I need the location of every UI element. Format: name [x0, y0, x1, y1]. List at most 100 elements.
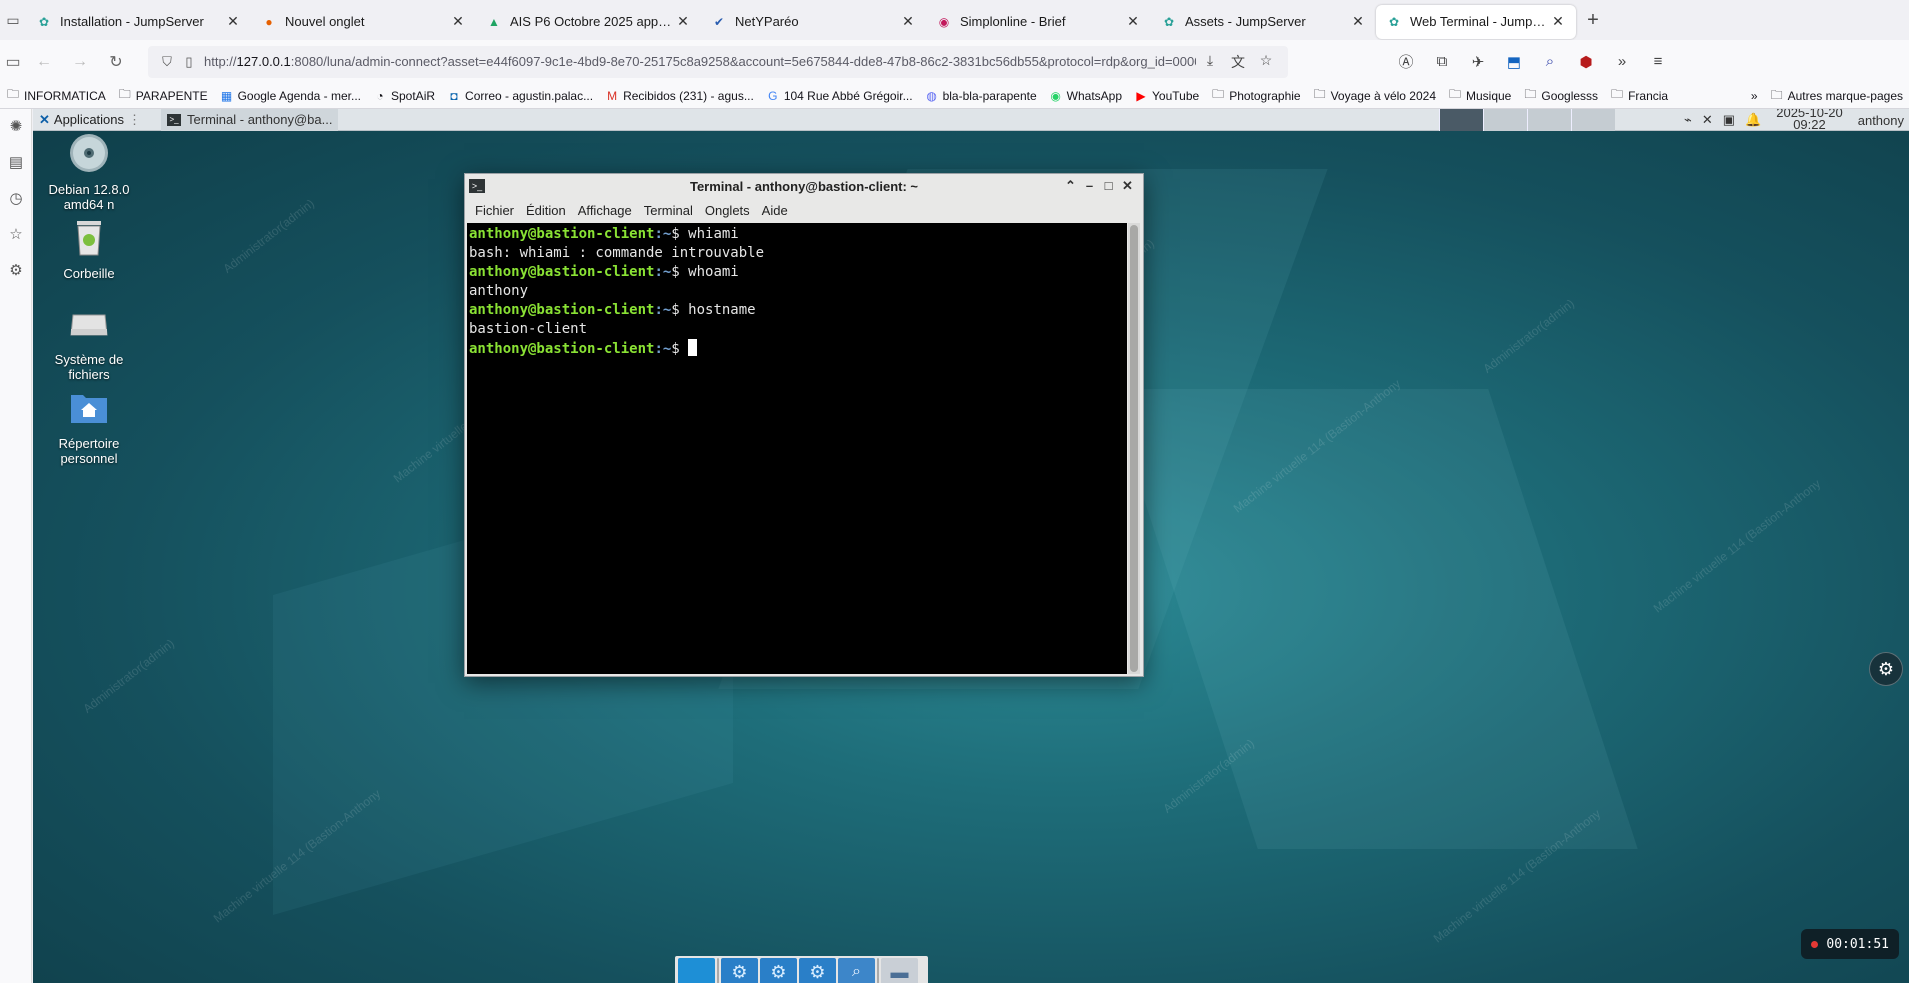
close-icon[interactable]: ✕: [1118, 178, 1137, 194]
sidebar-toggle-icon[interactable]: ▭: [0, 46, 26, 78]
menu-affichage[interactable]: Affichage: [572, 203, 638, 218]
shield-icon[interactable]: ⛉: [156, 54, 178, 70]
taskbar-terminal-button[interactable]: >_ Terminal - anthony@ba...: [161, 109, 339, 131]
back-button[interactable]: ←: [26, 46, 62, 78]
bookmark-item[interactable]: 🗀 Photographie: [1205, 85, 1306, 106]
menu-edition[interactable]: Édition: [520, 203, 572, 218]
jumpserver-icon: ✿: [1163, 14, 1175, 29]
tab-simplonline[interactable]: ◉ Simplonline - Brief ✕: [926, 5, 1151, 39]
terminal-scrollbar[interactable]: [1128, 223, 1140, 674]
tab-nouvel-onglet[interactable]: ● Nouvel onglet ✕: [251, 5, 476, 39]
menu-aide[interactable]: Aide: [756, 203, 794, 218]
bookmarks-icon[interactable]: ☆: [0, 217, 32, 253]
remote-desktop[interactable]: Administrator(admin) Machine virtuelle 1…: [33, 109, 1909, 983]
close-icon[interactable]: ✕: [225, 13, 241, 30]
download-icon[interactable]: ⤓: [1196, 52, 1224, 72]
extension-bird-icon[interactable]: ✈: [1460, 53, 1496, 71]
translate-icon[interactable]: 文: [1224, 52, 1252, 72]
bookmark-item[interactable]: 🗀 INFORMATICA: [0, 85, 112, 106]
close-icon[interactable]: ✕: [900, 13, 916, 30]
bookmark-item[interactable]: 🗀 Francia: [1604, 85, 1674, 106]
workspace-2[interactable]: [1483, 109, 1527, 131]
synced-tabs-icon[interactable]: ▤: [0, 145, 32, 181]
history-icon[interactable]: ◷: [0, 181, 32, 217]
tab-netypareo[interactable]: ✔ NetYParéo ✕: [701, 5, 926, 39]
notification-bell-icon[interactable]: 🔔: [1745, 112, 1761, 128]
search-icon[interactable]: ⌕: [1532, 53, 1568, 70]
page-info-icon[interactable]: ▯: [178, 54, 200, 70]
bookmark-item[interactable]: ▶ YouTube: [1128, 89, 1205, 103]
more-tools-icon[interactable]: »: [1604, 53, 1640, 70]
workspace-3[interactable]: [1527, 109, 1571, 131]
folder-icon[interactable]: ▬: [881, 958, 918, 983]
settings-gear-icon[interactable]: ⚙: [721, 958, 758, 983]
bookmark-item[interactable]: 🗀 Googlesss: [1517, 85, 1604, 106]
account-icon[interactable]: Ⓐ: [1388, 51, 1424, 72]
menu-fichier[interactable]: Fichier: [469, 203, 520, 218]
session-settings-icon[interactable]: ⚙: [1869, 652, 1903, 686]
bookmark-item[interactable]: ◘ Correo - agustin.palac...: [441, 89, 599, 103]
bookmark-item[interactable]: M Recibidos (231) - agus...: [599, 89, 760, 103]
shade-icon[interactable]: ⌃: [1061, 178, 1080, 194]
workspace-switcher[interactable]: [1439, 109, 1615, 131]
tab-list-icon[interactable]: ▭: [0, 0, 26, 40]
close-icon[interactable]: ✕: [675, 13, 691, 30]
terminal-output[interactable]: anthony@bastion-client:~$ whiami bash: w…: [467, 223, 1127, 674]
terminal-titlebar[interactable]: >_ Terminal - anthony@bastion-client: ~ …: [465, 174, 1143, 198]
scrollbar-thumb[interactable]: [1130, 225, 1138, 672]
ai-chatbot-icon[interactable]: ✺: [0, 109, 32, 145]
bookmark-item[interactable]: ▦ Google Agenda - mer...: [214, 89, 367, 103]
close-icon[interactable]: ✕: [1350, 13, 1366, 30]
menu-onglets[interactable]: Onglets: [699, 203, 756, 218]
workspace-1[interactable]: [1439, 109, 1483, 131]
new-tab-button[interactable]: +: [1576, 9, 1610, 32]
menu-terminal[interactable]: Terminal: [638, 203, 699, 218]
tab-installation-jumpserver[interactable]: ✿ Installation - JumpServer ✕: [26, 5, 251, 39]
desktop-icon-debian-disc[interactable]: Debian 12.8.0 amd64 n: [34, 131, 144, 212]
extension-badge-icon[interactable]: ⬒: [1496, 53, 1532, 71]
bookmark-item[interactable]: ◍ bla-bla-parapente: [919, 89, 1043, 103]
minimize-icon[interactable]: –: [1080, 178, 1099, 194]
terminal-window[interactable]: >_ Terminal - anthony@bastion-client: ~ …: [464, 173, 1144, 677]
ublock-icon[interactable]: ⬢: [1568, 53, 1604, 71]
settings-icon[interactable]: ⚙: [0, 253, 32, 289]
reload-button[interactable]: ↻: [98, 46, 134, 78]
clock[interactable]: 2025-10-20 09:22: [1771, 109, 1848, 132]
workspace-4[interactable]: [1571, 109, 1615, 131]
bookmark-item[interactable]: G 104 Rue Abbé Grégoir...: [760, 89, 919, 103]
url-text[interactable]: http://127.0.0.1:8080/luna/admin-connect…: [204, 54, 1196, 69]
bookmark-item[interactable]: 🗀 Musique: [1442, 85, 1517, 106]
maximize-icon[interactable]: □: [1099, 178, 1118, 194]
bookmark-star-icon[interactable]: ☆: [1252, 52, 1280, 72]
tab-assets-jumpserver[interactable]: ✿ Assets - JumpServer ✕: [1151, 5, 1376, 39]
other-bookmarks[interactable]: 🗀 Autres marque-pages: [1764, 86, 1909, 107]
bookmark-item[interactable]: 🗀 Voyage à vélo 2024: [1307, 85, 1442, 106]
desktop-icon-trash[interactable]: Corbeille: [34, 215, 144, 281]
settings-gear-icon[interactable]: ⚙: [799, 958, 836, 983]
forward-button[interactable]: →: [62, 46, 98, 78]
close-icon[interactable]: ✕: [1550, 13, 1566, 30]
show-desktop-icon[interactable]: [678, 958, 715, 983]
tab-ais-p6[interactable]: ▲ AIS P6 Octobre 2025 apprenant ✕: [476, 5, 701, 39]
menu-icon[interactable]: ≡: [1640, 53, 1676, 70]
folder-icon: 🗀: [1770, 87, 1783, 102]
bookmark-item[interactable]: ◉ WhatsApp: [1043, 89, 1128, 103]
extension-icon[interactable]: ⧉: [1424, 53, 1460, 70]
clipboard-icon[interactable]: ▣: [1723, 112, 1735, 128]
settings-gear-icon[interactable]: ⚙: [760, 958, 797, 983]
user-menu[interactable]: anthony: [1858, 113, 1904, 128]
bookmark-label: bla-bla-parapente: [942, 88, 1037, 103]
volume-muted-icon[interactable]: ✕: [1702, 112, 1713, 128]
desktop-icon-home[interactable]: Répertoire personnel: [34, 385, 144, 466]
bookmarks-overflow-icon[interactable]: »: [1745, 89, 1764, 103]
close-icon[interactable]: ✕: [1125, 13, 1141, 30]
bookmark-item[interactable]: 🗀 PARAPENTE: [112, 85, 214, 106]
network-icon[interactable]: ⌁: [1684, 112, 1692, 128]
bookmark-item[interactable]: ◔ SpotAiR: [367, 89, 441, 103]
search-icon[interactable]: ⌕: [838, 958, 875, 983]
close-icon[interactable]: ✕: [450, 13, 466, 30]
address-bar[interactable]: ⛉ ▯ http://127.0.0.1:8080/luna/admin-con…: [148, 45, 1288, 78]
tab-web-terminal[interactable]: ✿ Web Terminal - JumpServer ✕: [1376, 4, 1576, 39]
applications-menu[interactable]: ✕ Applications ⋮: [33, 112, 147, 128]
desktop-icon-filesystem[interactable]: Système de fichiers: [34, 301, 144, 382]
